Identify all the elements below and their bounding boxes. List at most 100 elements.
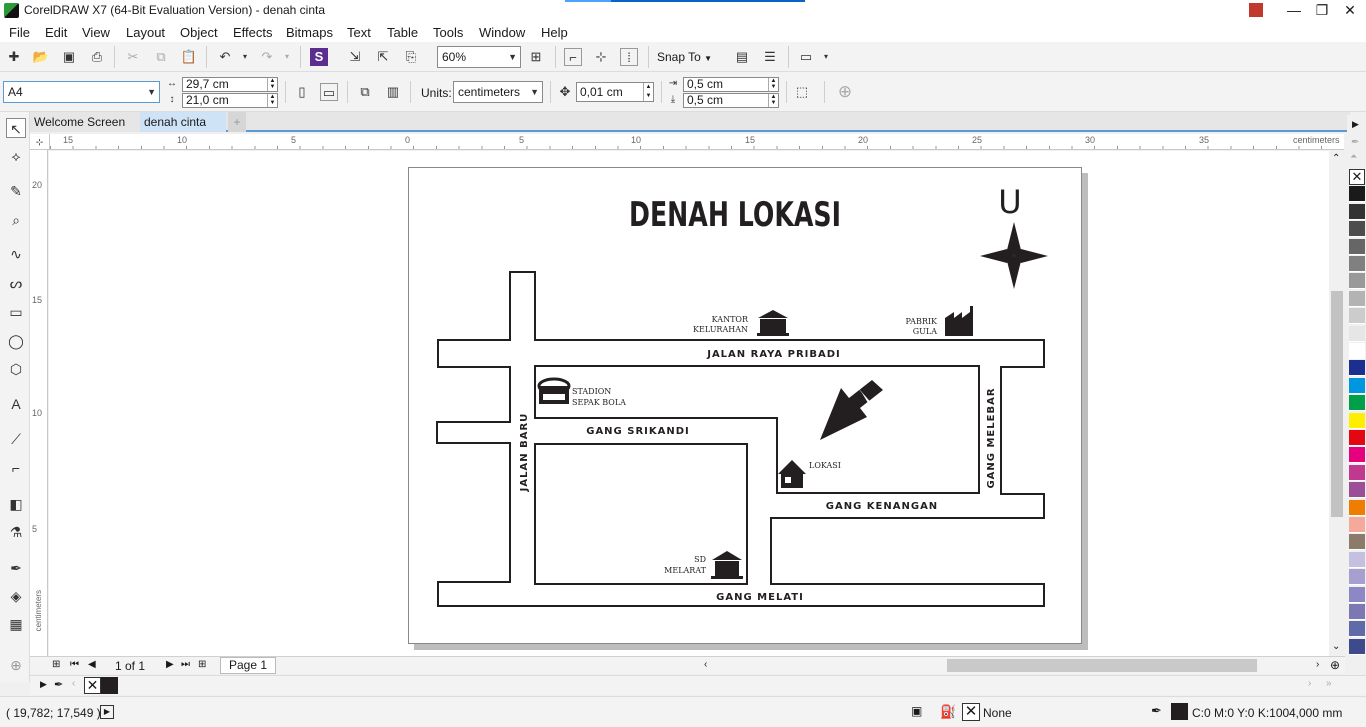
new-tab-icon[interactable]: +: [228, 112, 246, 132]
landscape-icon[interactable]: ▭: [320, 83, 338, 101]
fill-bucket-icon[interactable]: ⛽: [940, 704, 956, 720]
first-page-icon[interactable]: ⏮: [70, 659, 79, 670]
no-color-swatch[interactable]: ✕: [1349, 169, 1365, 185]
portrait-icon[interactable]: ▯: [293, 83, 311, 101]
palette-swatch[interactable]: [1349, 203, 1365, 220]
paste-icon[interactable]: 📋: [180, 48, 198, 66]
pick-tool-icon[interactable]: ↖: [6, 118, 26, 138]
menu-window[interactable]: Window: [479, 25, 525, 40]
freehand-tool-icon[interactable]: ∿: [6, 244, 26, 264]
add-page-after-icon[interactable]: ⊞: [198, 659, 206, 670]
search-content-icon[interactable]: S: [310, 48, 328, 66]
menu-view[interactable]: View: [82, 25, 110, 40]
tab-welcome-screen[interactable]: Welcome Screen: [30, 112, 140, 132]
palette-swatch[interactable]: [1349, 238, 1365, 255]
import-icon[interactable]: ⇲: [346, 48, 364, 66]
scroll-up-icon[interactable]: ⌃: [1332, 153, 1340, 164]
copy-icon[interactable]: ⧉: [152, 48, 170, 66]
rectangle-tool-icon[interactable]: ▭: [6, 302, 26, 322]
undo-dropdown-icon[interactable]: ▾: [236, 48, 254, 66]
menu-layout[interactable]: Layout: [126, 25, 165, 40]
tab-page-1[interactable]: Page 1: [220, 657, 277, 674]
previous-page-icon[interactable]: ◀: [88, 659, 96, 670]
scroll-left-icon[interactable]: ‹: [704, 659, 707, 670]
palette-swatch[interactable]: [1349, 412, 1365, 429]
next-page-icon[interactable]: ▶: [166, 659, 174, 670]
menu-object[interactable]: Object: [180, 25, 218, 40]
treat-as-filled-icon[interactable]: ⬚: [793, 83, 811, 101]
ruler-origin-icon[interactable]: ⊹: [30, 134, 50, 150]
current-page-icon[interactable]: ▥: [384, 83, 402, 101]
document-palette-eyedropper-icon[interactable]: ✒: [54, 678, 63, 691]
options-icon[interactable]: ☰: [761, 48, 779, 66]
tab-denah-cinta[interactable]: denah cinta: [140, 112, 226, 132]
page-size-select[interactable]: A4 ▼: [3, 81, 160, 103]
user-avatar-icon[interactable]: [1242, 0, 1270, 22]
palette-swatch[interactable]: [1349, 256, 1365, 272]
duplicate-y-field[interactable]: 0,5 cm ▲ ▼: [683, 93, 779, 108]
menu-edit[interactable]: Edit: [45, 25, 67, 40]
undo-icon[interactable]: ↶: [216, 48, 234, 66]
shape-tool-icon[interactable]: ⟡: [6, 146, 26, 166]
add-tool-icon[interactable]: ⊕: [6, 655, 26, 675]
palette-swatch[interactable]: [1349, 499, 1365, 516]
palette-swatch[interactable]: [1349, 447, 1365, 464]
minimize-button[interactable]: —: [1280, 0, 1308, 22]
smart-fill-tool-icon[interactable]: ▦: [6, 614, 26, 634]
interactive-fill-tool-icon[interactable]: ◈: [6, 586, 26, 606]
menu-tools[interactable]: Tools: [433, 25, 463, 40]
menu-bitmaps[interactable]: Bitmaps: [286, 25, 333, 40]
text-tool-icon[interactable]: A: [6, 394, 26, 414]
show-rulers-icon[interactable]: ⌐: [564, 48, 582, 66]
vertical-ruler[interactable]: 20 15 10 5 centimeters: [30, 150, 48, 656]
page-height-field[interactable]: 21,0 cm ▲ ▼: [182, 93, 278, 108]
show-guidelines-icon[interactable]: ⁞: [620, 48, 638, 66]
palette-swatch[interactable]: [1349, 360, 1365, 377]
save-icon[interactable]: ▣: [60, 48, 78, 66]
parallel-dimension-tool-icon[interactable]: ⟋: [6, 429, 26, 449]
new-document-icon[interactable]: ✚: [5, 48, 23, 66]
palette-swatch[interactable]: [1349, 186, 1365, 203]
full-screen-preview-icon[interactable]: ⊞: [527, 48, 545, 66]
horizontal-scroll-thumb[interactable]: [947, 659, 1257, 672]
transparency-tool-icon[interactable]: ⚗: [6, 522, 26, 542]
crop-tool-icon[interactable]: ✎: [6, 181, 26, 201]
horizontal-ruler[interactable]: 15 10 5 0 5 10 15 20 25 30 35 centimeter…: [50, 134, 1344, 150]
document-palette-next-icon[interactable]: ›: [1308, 678, 1311, 689]
palette-swatch[interactable]: [1349, 273, 1365, 290]
menu-file[interactable]: File: [9, 25, 30, 40]
document-palette-last-icon[interactable]: »: [1326, 678, 1332, 689]
export-icon[interactable]: ⇱: [374, 48, 392, 66]
open-icon[interactable]: 📂: [32, 48, 50, 66]
document-palette-back-icon[interactable]: ‹: [72, 678, 75, 689]
connector-tool-icon[interactable]: ⌐: [6, 458, 26, 478]
palette-swatch[interactable]: [1349, 343, 1365, 359]
status-expand-icon[interactable]: ▶: [100, 705, 114, 719]
artistic-media-tool-icon[interactable]: ᔕ: [6, 273, 26, 293]
palette-swatch[interactable]: [1349, 290, 1365, 307]
show-grid-icon[interactable]: ⊹: [592, 48, 610, 66]
color-proof-icon[interactable]: ▣: [911, 704, 922, 718]
palette-swatch[interactable]: [1349, 430, 1365, 446]
zoom-tool-icon[interactable]: ⌕: [6, 210, 26, 230]
scroll-down-icon[interactable]: ⌄: [1332, 641, 1340, 652]
scroll-right-icon[interactable]: ›: [1316, 659, 1319, 670]
palette-swatch[interactable]: [1349, 377, 1365, 394]
outline-pen-icon[interactable]: ✒: [1151, 703, 1162, 719]
snap-to-dropdown[interactable]: Snap To ▼: [657, 50, 712, 64]
palette-eyedropper-icon[interactable]: ✒: [1351, 137, 1359, 148]
redo-dropdown-icon[interactable]: ▾: [278, 48, 296, 66]
publish-pdf-icon[interactable]: ⎘: [402, 48, 420, 66]
palette-swatch[interactable]: [1349, 308, 1365, 325]
all-pages-icon[interactable]: ⧉: [356, 83, 374, 101]
vertical-scrollbar[interactable]: ⌃ ⌄: [1329, 151, 1345, 656]
outline-color-swatch[interactable]: [1171, 703, 1188, 720]
zoom-level-select[interactable]: 60% ▼: [437, 46, 521, 68]
restore-button[interactable]: ❐: [1308, 0, 1336, 22]
palette-swatch[interactable]: [1349, 221, 1365, 238]
document-palette-expand-icon[interactable]: ▶: [40, 679, 47, 690]
document-page[interactable]: DENAH LOKASI U JALAN RAYA PRIBADI GANG S…: [408, 167, 1082, 644]
page-width-field[interactable]: 29,7 cm ▲ ▼: [182, 77, 278, 92]
close-button[interactable]: ✕: [1336, 0, 1364, 22]
no-color-swatch[interactable]: ✕: [84, 677, 101, 694]
